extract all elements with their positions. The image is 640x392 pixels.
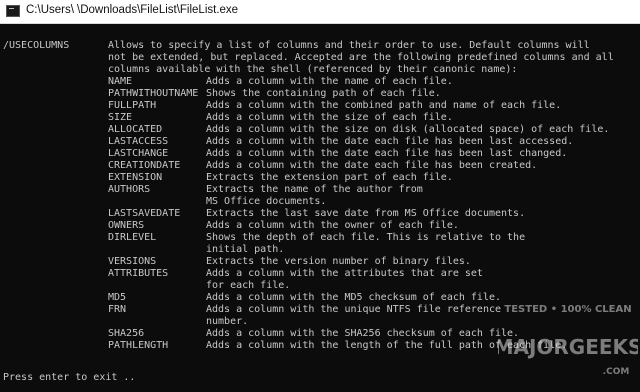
console-icon <box>6 5 20 17</box>
column-name: SHA256 <box>108 328 145 339</box>
column-description: Adds a column with the MD5 checksum of e… <box>206 292 502 303</box>
column-description: Extracts the version number of binary fi… <box>206 256 471 267</box>
column-name: ALLOCATED <box>108 124 163 135</box>
column-description: Adds a column with the size on disk (all… <box>206 124 610 135</box>
column-description: Shows the depth of each file. This is re… <box>206 232 526 243</box>
column-description: Adds a column with the owner of each fil… <box>206 220 459 231</box>
title-path-part-1: C:\Users\ <box>26 4 74 16</box>
title-bar: C:\Users\ \Downloads\FileList\FileList.e… <box>0 0 640 24</box>
column-name: not be extended, but replaced. Accepted … <box>108 52 614 63</box>
column-description: Adds a column with the SHA256 checksum o… <box>206 328 520 339</box>
column-name: LASTACCESS <box>108 136 169 147</box>
column-description: Adds a column with the unique NTFS file … <box>206 304 502 315</box>
column-name: FRN <box>108 304 127 315</box>
column-name: columns available with the shell (refere… <box>108 64 518 75</box>
column-name: PATHLENGTH <box>108 340 169 351</box>
majorgeeks-watermark: TESTED • 100% CLEAN MAJORGEEKS .COM <box>498 304 638 377</box>
column-name: SIZE <box>108 112 133 123</box>
column-description: Extracts the last save date from MS Offi… <box>206 208 526 219</box>
column-name: AUTHORS <box>108 184 151 195</box>
column-name: CREATIONDATE <box>108 160 181 171</box>
column-name: FULLPATH <box>108 100 157 111</box>
column-description: for each file. <box>206 280 291 291</box>
column-description: Adds a column with the date each file ha… <box>206 148 568 159</box>
column-description: Adds a column with the name of each file… <box>206 76 453 87</box>
column-name: VERSIONS <box>108 256 157 267</box>
column-name: DIRLEVEL <box>108 232 157 243</box>
title-path-part-2: \Downloads\FileList\FileList.exe <box>77 4 239 16</box>
watermark-line-3: .COM <box>603 367 630 377</box>
column-name: MD5 <box>108 292 127 303</box>
exit-prompt: Press enter to exit .. <box>3 372 136 383</box>
column-description: initial path. <box>206 244 285 255</box>
column-description: MS Office documents. <box>206 196 327 207</box>
column-name: OWNERS <box>108 220 145 231</box>
column-description: Extracts the extension part of each file… <box>206 172 453 183</box>
column-description: Adds a column with the size of each file… <box>206 112 453 123</box>
column-name: LASTCHANGE <box>108 148 169 159</box>
column-name: NAME <box>108 76 133 87</box>
column-description: Adds a column with the attributes that a… <box>206 268 483 279</box>
column-description: number. <box>206 316 249 327</box>
watermark-line-2: MAJORGEEKS <box>498 335 638 359</box>
watermark-line-1: TESTED • 100% CLEAN <box>504 304 631 315</box>
column-name: EXTENSION <box>108 172 163 183</box>
column-name: ATTRIBUTES <box>108 268 169 279</box>
column-description: Adds a column with the date each file ha… <box>206 136 574 147</box>
column-description: Shows the containing path of each file. <box>206 88 441 99</box>
option-name: /USECOLUMNS <box>3 40 70 51</box>
column-name: PATHWITHOUTNAME <box>108 88 199 99</box>
column-name: LASTSAVEDATE <box>108 208 181 219</box>
column-description: Adds a column with the combined path and… <box>206 100 562 111</box>
column-description: Adds a column with the date each file ha… <box>206 160 538 171</box>
column-name: Allows to specify a list of columns and … <box>108 40 590 51</box>
column-description: Extracts the name of the author from <box>206 184 423 195</box>
